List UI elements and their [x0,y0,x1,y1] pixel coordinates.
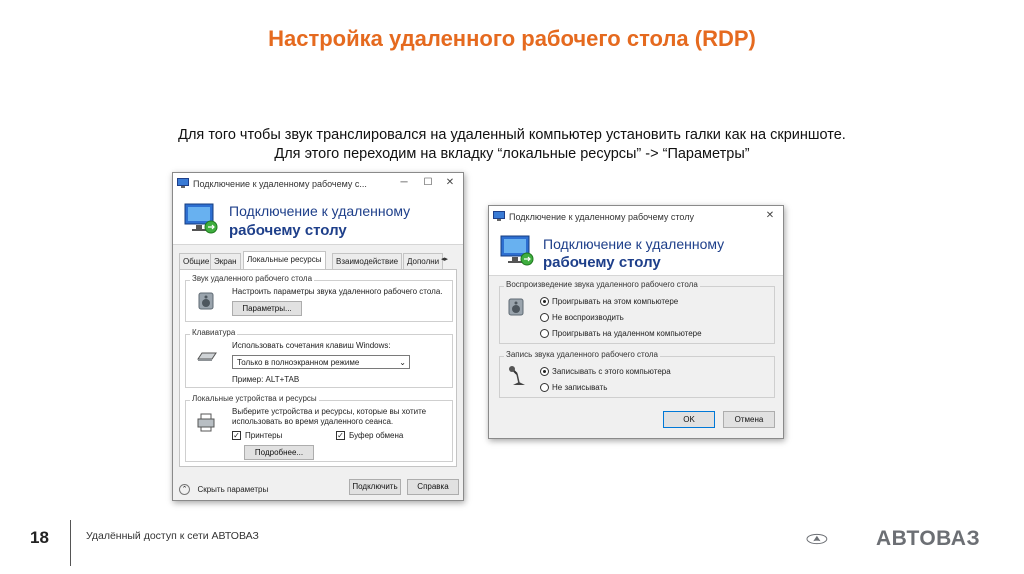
radio-play-local-label: Проигрывать на этом компьютере [552,297,679,306]
chevron-down-icon: ⌄ [399,358,406,367]
left-window-header: Подключение к удаленному рабочему столу [173,195,463,245]
tab-display[interactable]: Экран [210,253,241,269]
windows-keys-select[interactable]: Только в полноэкранном режиме ⌄ [232,355,410,369]
help-button[interactable]: Справка [407,479,459,495]
keyboard-group: Клавиатура Использовать сочетания клавиш… [185,328,453,388]
left-window-titlebar: Подключение к удаленному рабочему с... ─… [173,173,463,195]
right-window-title: Подключение к удаленному рабочему столу [509,212,694,222]
radio-play-local[interactable] [540,297,549,306]
tab-local-resources[interactable]: Локальные ресурсы [243,251,326,269]
clipboard-label: Буфер обмена [349,431,404,440]
audio-settings-button[interactable]: Параметры... [232,301,302,316]
record-group: Запись звука удаленного рабочего стола З… [499,350,775,398]
radio-record-local-label: Записывать с этого компьютера [552,367,671,376]
audio-group-text: Настроить параметры звука удаленного раб… [232,287,443,296]
radio-no-play-label: Не воспроизводить [552,313,624,322]
close-icon[interactable]: ✕ [763,209,777,223]
description-line-2: Для этого переходим на вкладку “локальны… [274,146,750,162]
devices-text-line-1: Выберите устройства и ресурсы, которые в… [232,407,427,416]
tab-scroll-arrows[interactable]: ◂▸ [441,255,448,263]
footer-text: Удалённый доступ к сети АВТОВАЗ [86,530,259,542]
close-icon[interactable]: ✕ [443,176,457,190]
playback-group: Воспроизведение звука удаленного рабочег… [499,280,775,344]
chevron-up-icon: ⌃ [179,484,190,496]
footer-divider [70,520,71,566]
cancel-button[interactable]: Отмена [723,411,775,428]
devices-group: Локальные устройства и ресурсы Выберите … [185,394,453,462]
tab-general[interactable]: Общие [179,253,214,269]
more-devices-button[interactable]: Подробнее... [244,445,314,460]
connect-button[interactable]: Подключить [349,479,401,495]
audio-group: Звук удаленного рабочего стола Настроить… [185,274,453,322]
right-audio-window: Подключение к удаленному рабочему столу … [488,205,784,439]
slide-title: Настройка удаленного рабочего стола (RDP… [268,26,756,51]
devices-text-line-2: использовать во время удаленного сеанса. [232,417,394,426]
radio-record-local[interactable] [540,367,549,376]
hide-options-label: Скрыть параметры [197,485,269,495]
left-header-line-2: рабочему столу [229,222,347,239]
keyboard-icon [197,352,217,361]
right-window-header: Подключение к удаленному рабочему столу [489,228,783,276]
radio-no-record[interactable] [540,383,549,392]
radio-no-record-label: Не записывать [552,383,608,392]
keyboard-group-title: Клавиатура [190,328,238,337]
radio-no-play[interactable] [540,313,549,322]
printers-checkbox[interactable]: ✓ [232,431,241,440]
keyboard-example: Пример: ALT+TAB [232,375,300,384]
description-line-1: Для того чтобы звук транслировался на уд… [178,127,846,143]
slide-description: Для того чтобы звук транслировался на уд… [0,126,1024,164]
devices-icon [197,413,215,432]
left-header-line-1: Подключение к удаленному [229,203,411,219]
playback-group-title: Воспроизведение звука удаленного рабочег… [504,280,700,289]
microphone-icon [509,366,525,385]
audio-group-title: Звук удаленного рабочего стола [190,274,315,283]
radio-play-remote-label: Проигрывать на удаленном компьютере [552,329,702,338]
ok-button[interactable]: OK [663,411,715,428]
radio-play-remote[interactable] [540,329,549,338]
rdp-monitor-icon [500,235,534,266]
keyboard-group-text: Использовать сочетания клавиш Windows: [232,341,391,350]
right-header-line-1: Подключение к удаленному [543,236,725,252]
tab-strip: Общие Экран Локальные ресурсы Взаимодейс… [179,251,459,269]
maximize-icon[interactable]: ☐ [421,176,435,190]
rdp-app-icon [493,211,505,221]
printers-label: Принтеры [245,431,283,440]
rdp-app-icon [177,178,189,188]
clipboard-checkbox[interactable]: ✓ [336,431,345,440]
speaker-icon [198,292,214,310]
hide-options-link[interactable]: ⌃ Скрыть параметры [179,481,268,499]
avtovaz-logo-icon [806,533,828,545]
right-header-line-2: рабочему столу [543,254,661,271]
tab-experience[interactable]: Взаимодействие [332,253,403,269]
minimize-icon[interactable]: ─ [397,176,411,190]
tab-advanced[interactable]: Дополни [403,253,444,269]
tab-panel: Звук удаленного рабочего стола Настроить… [179,269,457,467]
page-number: 18 [30,528,49,547]
left-rdp-window: Подключение к удаленному рабочему с... ─… [172,172,464,501]
right-window-titlebar: Подключение к удаленному рабочему столу … [489,206,783,228]
record-group-title: Запись звука удаленного рабочего стола [504,350,660,359]
left-window-title: Подключение к удаленному рабочему с... [193,179,367,189]
speaker-icon [508,298,524,316]
windows-keys-select-value: Только в полноэкранном режиме [237,358,360,367]
rdp-monitor-icon [184,203,218,234]
brand-name: АВТОВАЗ [876,527,981,550]
devices-group-title: Локальные устройства и ресурсы [190,394,319,403]
